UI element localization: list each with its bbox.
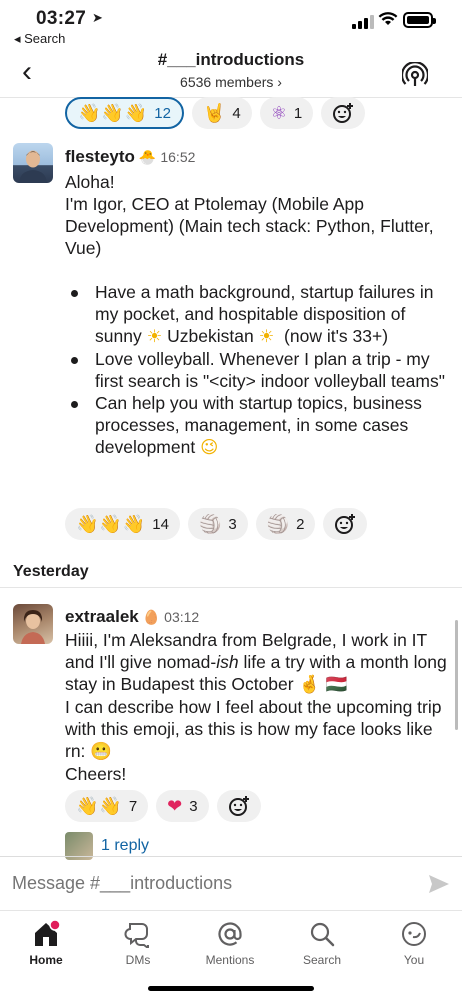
- tab-dms[interactable]: DMs: [98, 919, 178, 967]
- message-paragraph: Hiiii, I'm Aleksandra from Belgrade, I w…: [65, 630, 447, 695]
- status-bar: 03:27 ➤ ◂ Search: [0, 0, 462, 48]
- day-divider-label: Yesterday: [13, 563, 89, 580]
- grimace-emoji: 😬: [90, 742, 113, 762]
- channel-header: ‹ #___introductions 6536 members ›: [0, 48, 462, 98]
- avatar[interactable]: [13, 143, 53, 183]
- add-emoji-icon: [333, 103, 354, 123]
- reaction-volleyball[interactable]: 🏐 2: [255, 508, 316, 540]
- home-indicator: [148, 986, 314, 991]
- message-input[interactable]: [12, 873, 392, 894]
- send-icon[interactable]: [428, 873, 450, 895]
- wave-emoji: 👋👋👋: [78, 102, 149, 124]
- greeting-text: Aloha!: [65, 172, 115, 192]
- reaction-wave[interactable]: 👋👋👋 14: [65, 508, 180, 540]
- crossed-fingers-hungary-flag-emoji: 🤞 🇭🇺: [298, 675, 348, 695]
- wifi-icon: [378, 12, 398, 25]
- wink-emoji: 😉: [200, 438, 219, 458]
- tab-mentions[interactable]: Mentions: [190, 919, 270, 967]
- wave-emoji: 👋👋: [76, 795, 123, 817]
- heart-emoji: ❤: [167, 795, 184, 817]
- location-arrow-icon: ➤: [92, 10, 103, 25]
- sun-emoji: ☀: [258, 327, 275, 347]
- member-count[interactable]: 6536 members ›: [0, 74, 462, 90]
- scrollbar[interactable]: [455, 620, 458, 730]
- clock: 03:27: [36, 8, 87, 29]
- reaction-wave[interactable]: 👋👋👋 12: [65, 97, 184, 129]
- message-author[interactable]: flesteyto 🐣 16:52: [65, 147, 195, 167]
- search-icon: [310, 922, 335, 947]
- channel-title[interactable]: #___introductions: [0, 50, 462, 70]
- rock-hand-emoji: 🤘: [202, 102, 227, 124]
- reaction-heart[interactable]: ❤ 3: [156, 790, 209, 822]
- wave-emoji: 👋👋👋: [76, 513, 147, 535]
- reaction-volleyball-custom[interactable]: 🏐 3: [187, 508, 248, 540]
- tab-home[interactable]: Home: [6, 919, 86, 967]
- add-emoji-icon: [228, 796, 249, 816]
- user-photo-icon: [19, 150, 47, 183]
- message-timestamp: 16:52: [160, 149, 196, 165]
- tab-search[interactable]: Search: [282, 919, 362, 967]
- reaction-wave[interactable]: 👋👋 7: [65, 790, 149, 822]
- message-author[interactable]: extraalek 🥚 03:12: [65, 607, 199, 627]
- reply-count[interactable]: 1 reply: [101, 837, 149, 855]
- add-emoji-icon: [335, 514, 356, 534]
- reaction-rock[interactable]: 🤘 4: [191, 97, 252, 129]
- add-reaction-button[interactable]: [216, 790, 261, 822]
- message-paragraph: I can describe how I feel about the upco…: [65, 697, 442, 762]
- volleyball-emoji: 🏐: [266, 513, 291, 535]
- day-divider: Yesterday: [0, 560, 462, 588]
- message-reactions: 👋👋👋 14 🏐 3 🏐 2: [65, 508, 368, 540]
- status-emoji-egg: 🥚: [142, 610, 161, 626]
- reaction-atom[interactable]: ⚛ 1: [259, 97, 314, 129]
- message-body: Aloha! I'm Igor, CEO at Ptolemay (Mobile…: [65, 171, 450, 459]
- volleyball-emoji: 🏐: [198, 513, 223, 535]
- avatar[interactable]: [13, 604, 53, 644]
- dms-icon: [124, 923, 149, 948]
- battery-icon: [403, 12, 436, 28]
- message-reactions: 👋👋 7 ❤ 3: [65, 790, 261, 822]
- list-item: Love volleyball. Whenever I plan a trip …: [65, 348, 450, 392]
- add-reaction-button[interactable]: [323, 508, 368, 540]
- user-photo-icon: [21, 610, 45, 644]
- mentions-icon: [218, 922, 242, 946]
- status-emoji-chick: 🐣: [138, 150, 157, 166]
- sun-emoji: ☀: [146, 327, 163, 347]
- home-icon: [35, 919, 61, 946]
- huddle-headphones-icon[interactable]: [402, 62, 428, 88]
- back-to-app-link[interactable]: ◂ Search: [14, 31, 65, 47]
- message-body: Hiiii, I'm Aleksandra from Belgrade, I w…: [65, 629, 450, 785]
- atom-emoji: ⚛: [270, 102, 288, 124]
- bullet-list: Have a math background, startup failures…: [65, 281, 450, 459]
- message-timestamp: 03:12: [164, 609, 200, 625]
- intro-text: I'm Igor, CEO at Ptolemay (Mobile App De…: [65, 194, 434, 258]
- message-paragraph: Cheers!: [65, 764, 127, 784]
- list-item: Have a math background, startup failures…: [65, 281, 450, 348]
- message-composer: [0, 856, 462, 910]
- cellular-signal-icon: [352, 15, 374, 29]
- add-reaction-button[interactable]: [321, 97, 366, 129]
- you-icon: [402, 922, 426, 946]
- tab-you[interactable]: You: [374, 919, 454, 967]
- list-item: Can help you with startup topics, busine…: [65, 392, 450, 459]
- previous-message-reactions: 👋👋👋 12 🤘 4 ⚛ 1: [65, 97, 366, 129]
